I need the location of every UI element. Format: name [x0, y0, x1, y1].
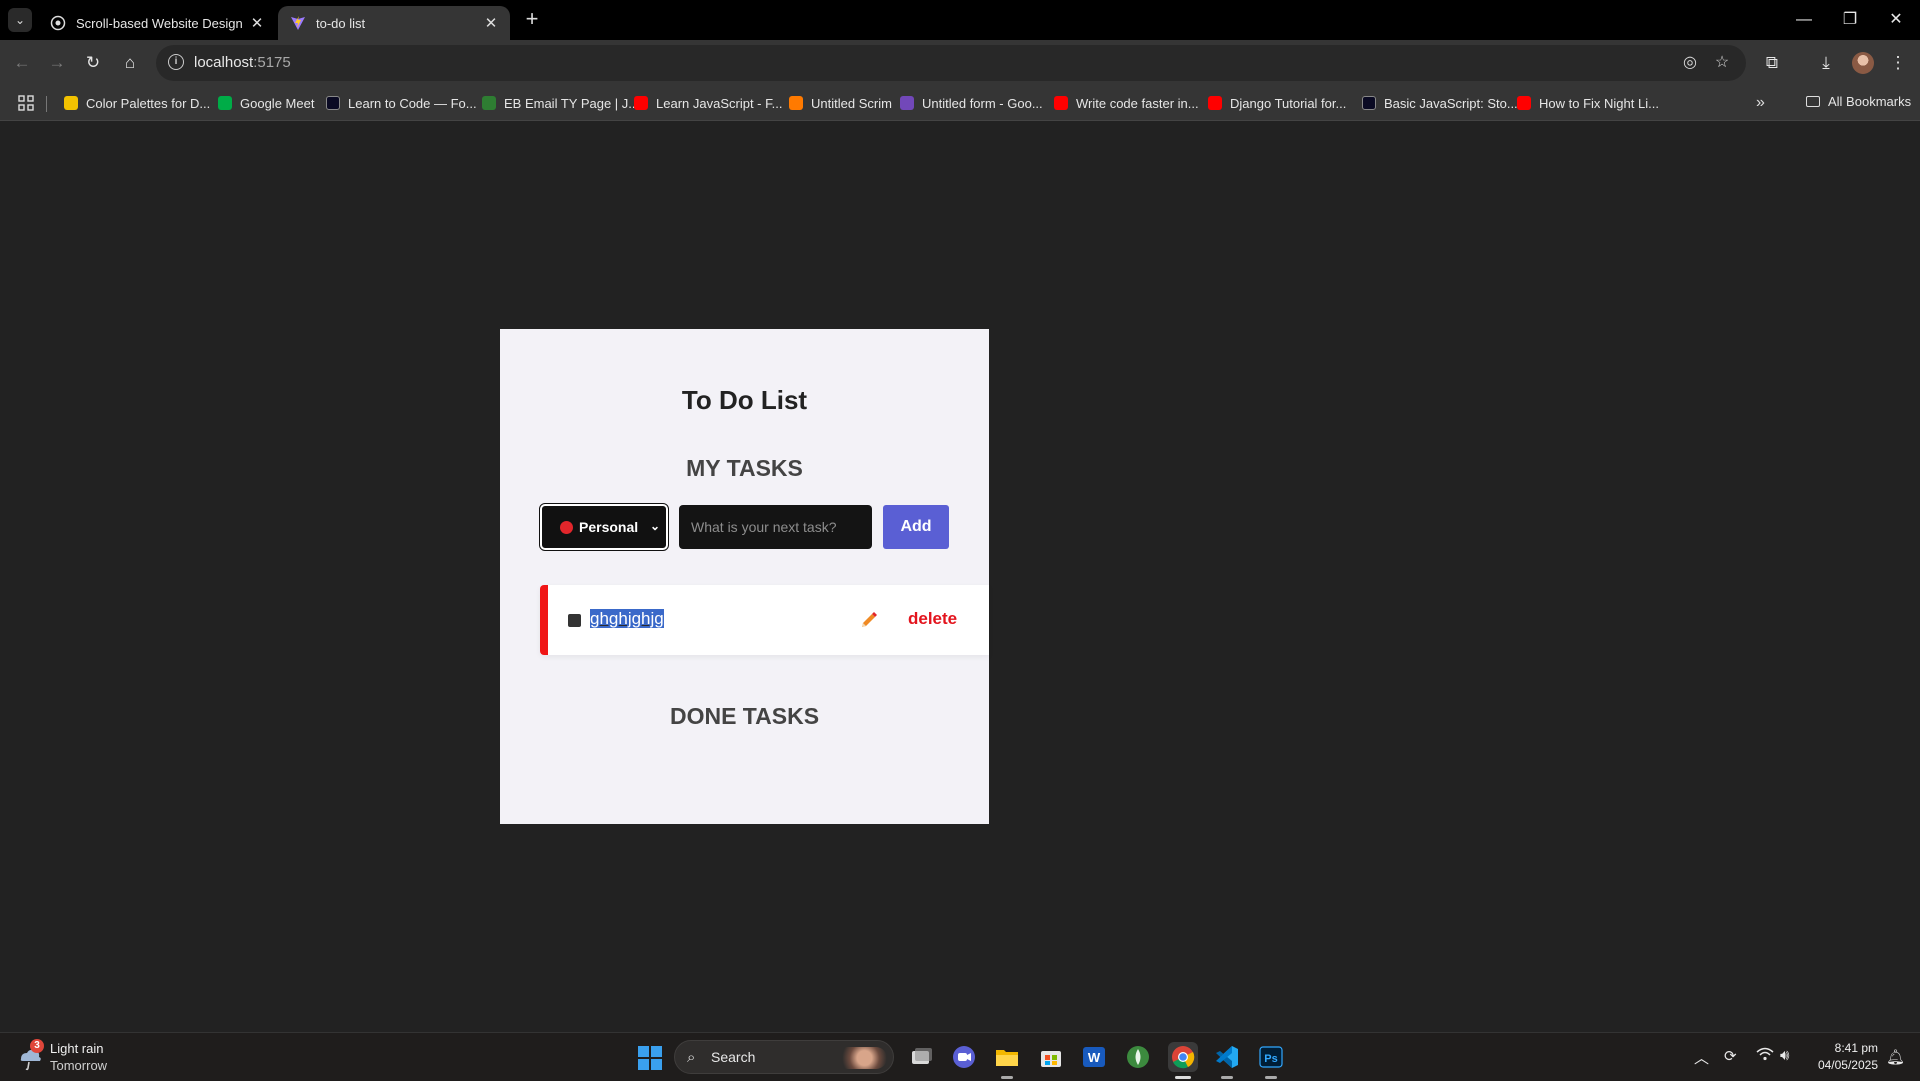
globe-icon [50, 15, 66, 31]
divider [46, 96, 47, 112]
bookmark-star-icon[interactable]: ☆ [1712, 53, 1732, 73]
eye-off-icon[interactable]: ◎ [1680, 53, 1700, 73]
weather-alert-badge: 3 [30, 1039, 44, 1053]
browser-toolbar: ← → ↻ ⌂ i localhost:5175 ◎ ☆ ⧉ ⤓ ⋮ [0, 40, 1920, 86]
green-app-icon[interactable] [1123, 1042, 1153, 1072]
new-tab-button[interactable]: + [520, 8, 544, 32]
tab-scroll-website[interactable]: Scroll-based Website Design ✕ [38, 6, 276, 40]
category-select[interactable]: Personal ⌄ [539, 503, 669, 551]
microsoft-store-icon[interactable] [1036, 1042, 1066, 1072]
bookmark-item[interactable]: Untitled Scrim [789, 94, 892, 112]
tab-title: to-do list [316, 15, 366, 31]
vscode-icon[interactable] [1212, 1042, 1242, 1079]
weather-condition[interactable]: Light rain [50, 1041, 103, 1056]
bookmark-favicon-icon [64, 96, 78, 110]
bookmark-item[interactable]: Google Meet [218, 94, 314, 112]
home-icon[interactable]: ⌂ [118, 51, 142, 75]
bookmark-item[interactable]: EB Email TY Page | J... [482, 94, 639, 112]
restore-icon[interactable]: ❐ [1838, 8, 1862, 32]
close-tab-icon[interactable]: ✕ [482, 14, 500, 32]
google-forms-icon [900, 96, 914, 110]
todo-card: To Do List MY TASKS Personal ⌄ Add ghghj… [500, 329, 989, 824]
page-title: To Do List [681, 385, 808, 415]
tab-strip: ⌄ Scroll-based Website Design ✕ to-do li… [0, 0, 1920, 40]
taskbar-search[interactable]: ⌕ Search [674, 1040, 894, 1074]
chevron-double-right-icon[interactable]: » [1756, 94, 1765, 112]
my-tasks-heading: MY TASKS [686, 455, 803, 481]
sync-icon[interactable]: ⟳ [1724, 1047, 1737, 1065]
red-dot-icon [560, 520, 573, 534]
done-tasks-heading: DONE TASKS [669, 703, 820, 729]
google-meet-icon [218, 96, 232, 110]
youtube-icon [1208, 96, 1222, 110]
youtube-icon [634, 96, 648, 110]
svg-text:Ps: Ps [1264, 1053, 1277, 1065]
tab-title: Scroll-based Website Design [76, 15, 243, 31]
bookmark-item[interactable]: How to Fix Night Li... [1517, 94, 1659, 112]
bookmark-item[interactable]: Django Tutorial for... [1208, 94, 1346, 112]
vite-icon [290, 15, 306, 31]
all-bookmarks-button[interactable]: All Bookmarks [1806, 94, 1911, 109]
folder-icon [1806, 96, 1820, 107]
minimize-icon[interactable]: — [1792, 8, 1816, 32]
windows-start-icon[interactable] [638, 1046, 662, 1070]
bell-icon[interactable]: 🔔︎ [1886, 1048, 1905, 1066]
pencil-icon[interactable] [858, 609, 880, 631]
task-input[interactable] [679, 505, 872, 549]
menu-kebab-icon[interactable]: ⋮ [1886, 51, 1910, 75]
profile-avatar[interactable] [1852, 52, 1874, 74]
extensions-icon[interactable]: ⧉ [1760, 51, 1784, 75]
add-task-button[interactable]: Add [883, 505, 949, 549]
scrimba-icon [789, 96, 803, 110]
close-window-icon[interactable]: ✕ [1884, 8, 1908, 32]
bookmark-item[interactable]: Basic JavaScript: Sto... [1362, 94, 1518, 112]
chevron-up-icon[interactable]: ︿ [1694, 1047, 1709, 1068]
bookmark-item[interactable]: Learn to Code — Fo... [326, 94, 477, 112]
clock-date[interactable]: 04/05/2025 [1814, 1058, 1878, 1072]
volume-icon[interactable]: 🔊︎ [1780, 1047, 1789, 1064]
bookmark-item[interactable]: Learn JavaScript - F... [634, 94, 782, 112]
tab-todo-list[interactable]: to-do list ✕ [278, 6, 510, 40]
task-view-icon[interactable] [906, 1042, 936, 1072]
chrome-icon[interactable] [1168, 1042, 1198, 1079]
teams-meet-icon[interactable] [949, 1042, 979, 1072]
tab-search-button[interactable]: ⌄ [8, 8, 32, 32]
file-explorer-icon[interactable] [992, 1042, 1022, 1079]
word-icon[interactable]: W [1079, 1042, 1109, 1072]
freecodecamp-icon [326, 96, 340, 110]
search-highlight-image [837, 1047, 887, 1069]
weather-when[interactable]: Tomorrow [50, 1058, 107, 1073]
address-bar[interactable]: i localhost:5175 ◎ ☆ [156, 45, 1746, 81]
site-info-icon[interactable]: i [168, 54, 184, 70]
clock-time[interactable]: 8:41 pm [1832, 1041, 1878, 1055]
category-value: Personal [579, 519, 639, 535]
bookmarks-bar: Color Palettes for D... Google Meet Lear… [0, 86, 1920, 121]
youtube-icon [1517, 96, 1531, 110]
close-tab-icon[interactable]: ✕ [248, 14, 266, 32]
wifi-icon[interactable] [1756, 1047, 1774, 1065]
apps-grid-icon[interactable] [18, 95, 34, 111]
svg-text:W: W [1088, 1050, 1101, 1065]
youtube-icon [1054, 96, 1068, 110]
windows-taskbar: 3 Light rain Tomorrow ⌕ Search W Ps ︿ ⟳ [0, 1032, 1920, 1081]
forward-icon[interactable]: → [45, 51, 69, 75]
task-item: ghghjghjg delete [540, 585, 989, 655]
bookmark-favicon-icon [482, 96, 496, 110]
freecodecamp-icon [1362, 96, 1376, 110]
reload-icon[interactable]: ↻ [81, 51, 105, 75]
chevron-down-icon: ⌄ [649, 519, 660, 533]
photoshop-icon[interactable]: Ps [1256, 1042, 1286, 1079]
url-text: localhost:5175 [194, 54, 291, 71]
delete-button[interactable]: delete [908, 609, 957, 629]
task-checkbox[interactable] [568, 614, 581, 627]
bookmark-item[interactable]: Write code faster in... [1054, 94, 1199, 112]
download-icon[interactable]: ⤓ [1814, 51, 1838, 75]
bookmark-item[interactable]: Untitled form - Goo... [900, 94, 1043, 112]
back-icon[interactable]: ← [10, 51, 34, 75]
search-icon: ⌕ [687, 1049, 696, 1066]
task-text[interactable]: ghghjghjg [590, 609, 664, 629]
bookmark-item[interactable]: Color Palettes for D... [64, 94, 210, 112]
